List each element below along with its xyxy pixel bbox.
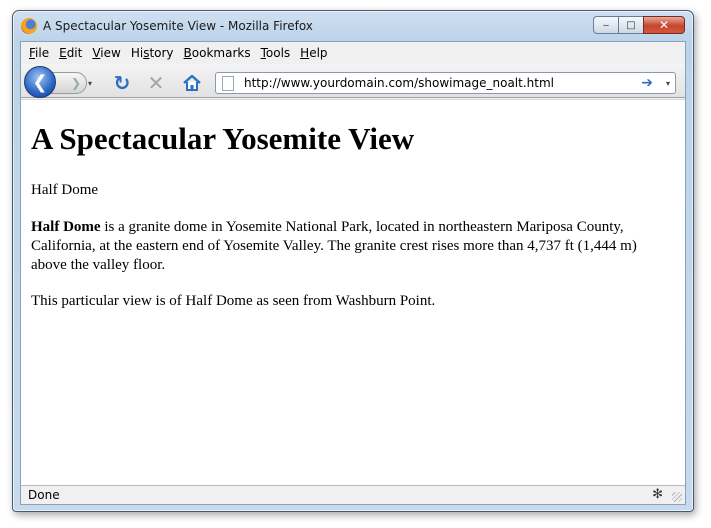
window-title: A Spectacular Yosemite View - Mozilla Fi…: [43, 19, 313, 33]
back-arrow-icon: ❮: [32, 71, 48, 93]
menu-file[interactable]: File: [24, 46, 54, 60]
resize-grip-icon[interactable]: [672, 492, 682, 502]
browser-window: A Spectacular Yosemite View - Mozilla Fi…: [12, 10, 694, 512]
back-button[interactable]: ❮: [24, 66, 56, 98]
addon-bug-icon[interactable]: ✻: [652, 487, 663, 502]
image-alt-caption: Half Dome: [31, 182, 99, 198]
page-content: A Spectacular Yosemite View Half Dome Ha…: [21, 99, 685, 485]
browser-client: File Edit View History Bookmarks Tools H…: [20, 41, 686, 505]
menu-help[interactable]: Help: [295, 46, 332, 60]
window-controls: ‒ □ ✕: [593, 16, 685, 35]
description-paragraph: Half Dome is a granite dome in Yosemite …: [31, 218, 661, 275]
menu-bar: File Edit View History Bookmarks Tools H…: [21, 42, 685, 64]
status-bar: Done ✻: [21, 485, 685, 504]
description-text: is a granite dome in Yosemite National P…: [31, 219, 637, 273]
description-bold-term: Half Dome: [31, 219, 101, 235]
maximize-button[interactable]: □: [618, 16, 643, 34]
address-bar[interactable]: http://www.yourdomain.com/showimage_noal…: [215, 72, 676, 94]
minimize-button[interactable]: ‒: [593, 16, 618, 34]
go-arrow-icon[interactable]: ➔: [641, 75, 653, 91]
stop-icon[interactable]: ✕: [145, 71, 167, 95]
menu-edit[interactable]: Edit: [54, 46, 87, 60]
title-bar: A Spectacular Yosemite View - Mozilla Fi…: [13, 11, 693, 41]
navigation-toolbar: ❯ ❮ ▾ ↻ ✕ http://www.yourdomain.com/show…: [21, 64, 685, 98]
menu-view[interactable]: View: [87, 46, 125, 60]
close-button[interactable]: ✕: [643, 16, 685, 34]
menu-history[interactable]: History: [126, 46, 179, 60]
menu-bookmarks[interactable]: Bookmarks: [179, 46, 256, 60]
page-icon: [222, 76, 234, 91]
firefox-logo-icon: [21, 18, 37, 34]
status-text: Done: [28, 488, 60, 502]
history-dropdown-icon[interactable]: ▾: [88, 74, 98, 92]
forward-arrow-icon: ❯: [70, 76, 81, 90]
menu-tools[interactable]: Tools: [256, 46, 296, 60]
reload-icon[interactable]: ↻: [111, 71, 133, 95]
url-text[interactable]: http://www.yourdomain.com/showimage_noal…: [244, 76, 554, 90]
page-heading: A Spectacular Yosemite View: [31, 121, 415, 156]
url-dropdown-icon[interactable]: ▾: [666, 79, 670, 88]
home-icon[interactable]: [181, 72, 203, 94]
view-paragraph: This particular view is of Half Dome as …: [31, 293, 436, 309]
